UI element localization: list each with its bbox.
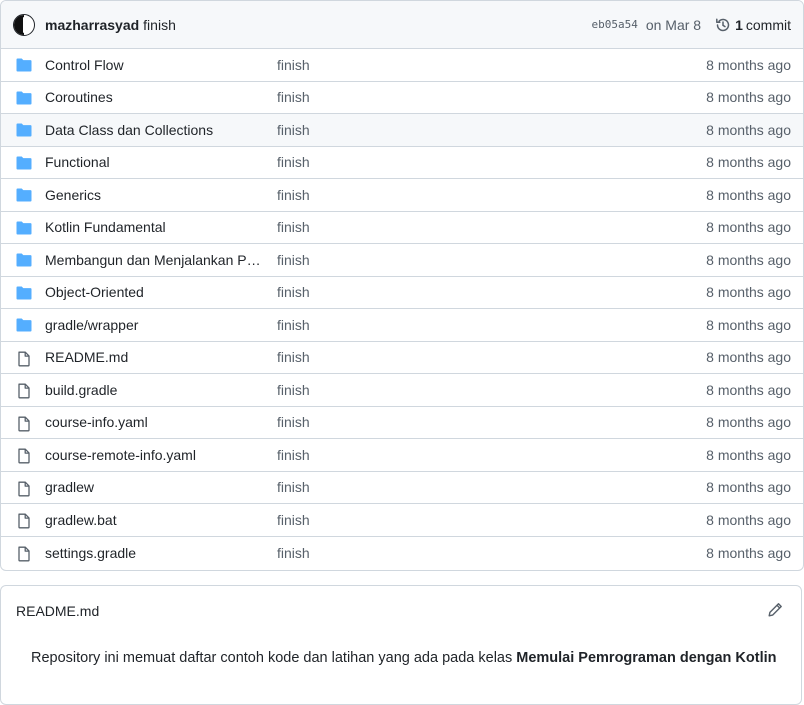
file-commit-age: 8 months ago	[706, 121, 791, 138]
folder-icon	[16, 318, 32, 332]
file-icon	[16, 513, 32, 529]
readme-panel: README.md Repository ini memuat daftar c…	[0, 585, 802, 705]
file-row[interactable]: course-info.yaml finish 8 months ago	[1, 407, 803, 439]
file-row[interactable]: Coroutines finish 8 months ago	[1, 82, 803, 114]
file-list: Control Flow finish 8 months ago Coroutines…	[1, 49, 803, 569]
pencil-icon[interactable]	[767, 602, 783, 618]
file-commit-message[interactable]: finish	[277, 122, 310, 138]
commit-message[interactable]: finish	[143, 17, 176, 33]
file-name-link[interactable]: Kotlin Fundamental	[45, 219, 263, 235]
folder-icon	[16, 221, 32, 235]
file-commit-age: 8 months ago	[706, 349, 791, 366]
file-commit-message[interactable]: finish	[277, 187, 310, 203]
file-commit-message[interactable]: finish	[277, 447, 310, 463]
file-icon	[16, 448, 32, 464]
file-icon	[16, 383, 32, 399]
file-row[interactable]: README.md finish 8 months ago	[1, 342, 803, 374]
commit-author[interactable]: mazharrasyad	[45, 17, 139, 33]
file-commit-message[interactable]: finish	[277, 479, 310, 495]
readme-content: Repository ini memuat daftar contoh kode…	[31, 650, 777, 666]
file-row[interactable]: Object-Oriented finish 8 months ago	[1, 277, 803, 309]
commit-count: 1	[735, 16, 743, 33]
file-row[interactable]: Kotlin Fundamental finish 8 months ago	[1, 212, 803, 244]
file-name-link[interactable]: settings.gradle	[45, 545, 263, 561]
file-row[interactable]: Data Class dan Collections finish 8 months…	[1, 114, 803, 147]
folder-icon	[16, 58, 32, 72]
file-row[interactable]: build.gradle finish 8 months ago	[1, 374, 803, 407]
file-icon	[16, 546, 32, 561]
avatar[interactable]	[13, 13, 35, 36]
file-row[interactable]: Control Flow finish 8 months ago	[1, 49, 803, 82]
file-name-link[interactable]: Object-Oriented	[45, 284, 263, 300]
commit-history-link[interactable]: 1 commit	[715, 17, 791, 33]
file-name-link[interactable]: README.md	[45, 349, 263, 365]
file-row[interactable]: course-remote-info.yaml finish 8 months ag…	[1, 439, 803, 472]
file-name-link[interactable]: gradlew.bat	[45, 512, 263, 528]
file-commit-message[interactable]: finish	[277, 414, 310, 430]
file-name-link[interactable]: Data Class dan Collections	[45, 122, 263, 138]
file-row[interactable]: gradlew.bat finish 8 months ago	[1, 504, 803, 537]
file-browser: mazharrasyad finish eb05a54 on Mar 8 1 c…	[0, 0, 804, 571]
file-name-link[interactable]: Generics	[45, 187, 263, 203]
folder-icon	[16, 91, 32, 105]
file-commit-message[interactable]: finish	[277, 382, 310, 398]
readme-title[interactable]: README.md	[16, 603, 99, 619]
file-commit-message[interactable]: finish	[277, 154, 310, 170]
file-name-link[interactable]: course-remote-info.yaml	[45, 447, 263, 463]
file-name-link[interactable]: build.gradle	[45, 382, 263, 398]
file-commit-age: 8 months ago	[706, 511, 791, 528]
readme-course-name: Memulai Pemrograman dengan Kotlin	[516, 650, 777, 666]
file-row[interactable]: gradlew finish 8 months ago	[1, 472, 803, 504]
file-commit-message[interactable]: finish	[277, 89, 310, 105]
history-icon	[715, 17, 731, 33]
file-commit-age: 8 months ago	[706, 219, 791, 236]
file-commit-age: 8 months ago	[706, 284, 791, 301]
commit-sha[interactable]: eb05a54	[591, 18, 637, 31]
file-row[interactable]: Generics finish 8 months ago	[1, 179, 803, 212]
file-commit-age: 8 months ago	[706, 479, 791, 496]
file-commit-age: 8 months ago	[706, 154, 791, 171]
folder-icon	[16, 253, 32, 267]
file-icon	[16, 351, 32, 366]
file-commit-message[interactable]: finish	[277, 349, 310, 365]
file-commit-message[interactable]: finish	[277, 545, 310, 561]
file-commit-message[interactable]: finish	[277, 317, 310, 333]
file-commit-message[interactable]: finish	[277, 284, 310, 300]
file-commit-message[interactable]: finish	[277, 57, 310, 73]
file-row[interactable]: gradle/wrapper finish 8 months ago	[1, 309, 803, 342]
file-name-link[interactable]: gradle/wrapper	[45, 317, 263, 333]
file-icon	[16, 416, 32, 431]
file-row[interactable]: settings.gradle finish 8 months ago	[1, 537, 803, 570]
file-name-link[interactable]: Membangun dan Menjalankan Progr...	[45, 252, 263, 268]
file-name-link[interactable]: Coroutines	[45, 89, 263, 105]
file-commit-age: 8 months ago	[706, 414, 791, 431]
folder-icon	[16, 188, 32, 202]
folder-icon	[16, 123, 32, 137]
folder-icon	[16, 286, 32, 300]
file-commit-age: 8 months ago	[706, 381, 791, 398]
file-name-link[interactable]: Control Flow	[45, 57, 263, 73]
file-commit-age: 8 months ago	[706, 544, 791, 561]
file-name-link[interactable]: gradlew	[45, 479, 263, 495]
file-commit-message[interactable]: finish	[277, 219, 310, 235]
file-row[interactable]: Membangun dan Menjalankan Progr... finish…	[1, 244, 803, 277]
file-name-link[interactable]: Functional	[45, 154, 263, 170]
file-commit-age: 8 months ago	[706, 56, 791, 73]
commit-count-label: commit	[745, 16, 791, 33]
file-commit-age: 8 months ago	[706, 89, 791, 106]
latest-commit-bar: mazharrasyad finish eb05a54 on Mar 8 1 c…	[1, 1, 803, 49]
file-commit-age: 8 months ago	[706, 251, 791, 268]
file-commit-age: 8 months ago	[706, 446, 791, 463]
file-icon	[16, 481, 32, 496]
file-name-link[interactable]: course-info.yaml	[45, 414, 263, 430]
commit-date: on Mar 8	[645, 16, 702, 33]
readme-text: Repository ini memuat daftar contoh kode…	[31, 650, 517, 666]
file-row[interactable]: Functional finish 8 months ago	[1, 147, 803, 179]
file-commit-message[interactable]: finish	[277, 512, 310, 528]
file-commit-age: 8 months ago	[706, 186, 791, 203]
file-commit-age: 8 months ago	[706, 316, 791, 333]
file-commit-message[interactable]: finish	[277, 252, 310, 268]
folder-icon	[16, 156, 32, 170]
